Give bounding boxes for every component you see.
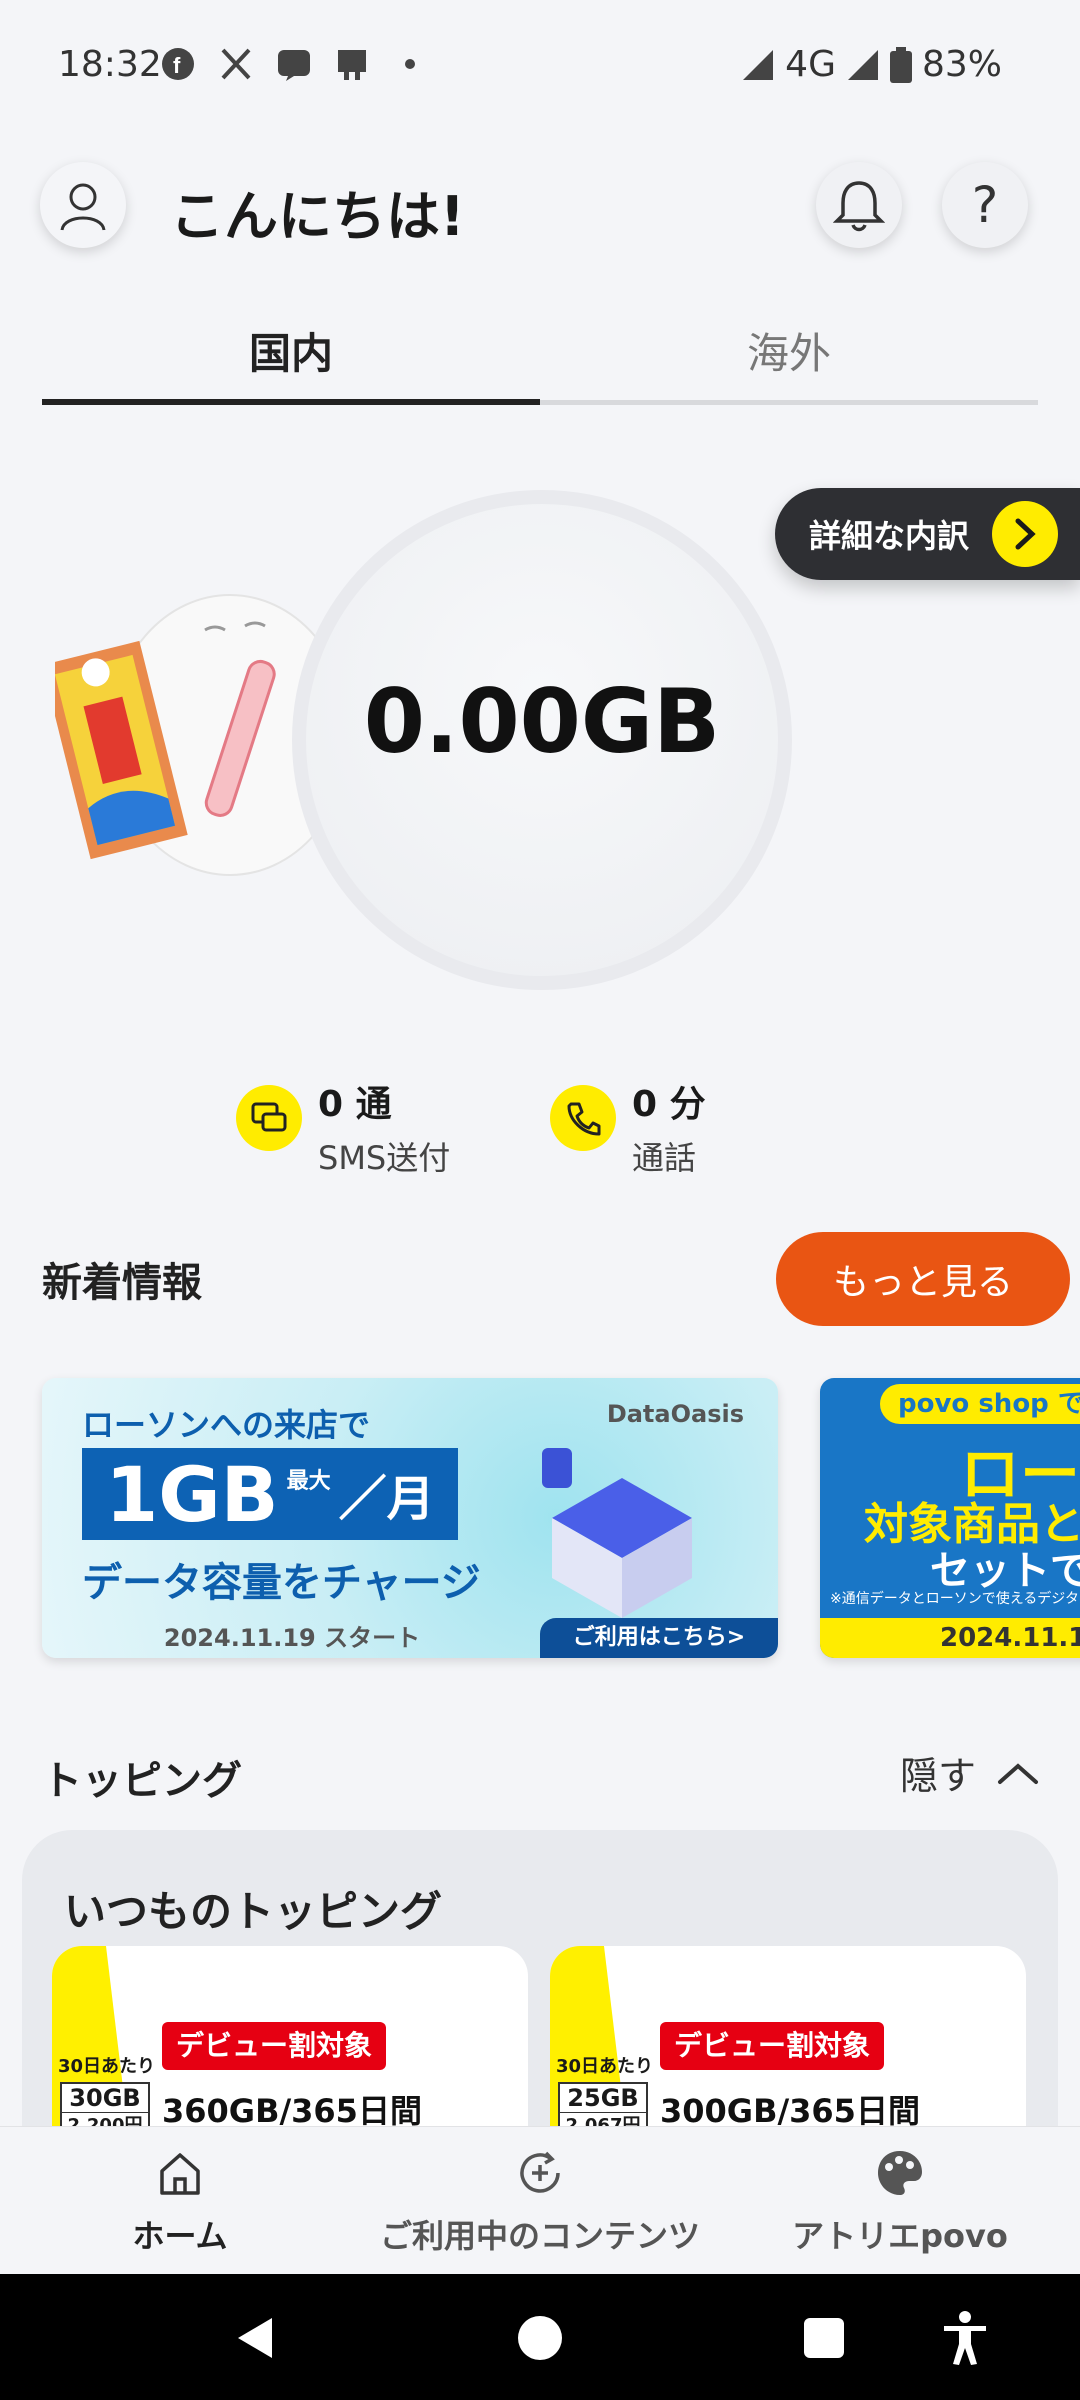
nav-atelier[interactable]: アトリエpovo <box>790 2147 1010 2257</box>
hide-label: 隠す <box>900 1754 977 1798</box>
region-tabs: 国内 海外 <box>42 300 1038 405</box>
status-bar: 18:32 f 4G 83% <box>0 0 1080 130</box>
card-gb: 25GB <box>567 2084 639 2112</box>
bell-icon <box>833 181 885 232</box>
phone-icon <box>550 1085 616 1151</box>
banner-cta: ご利用はこちら> <box>540 1618 778 1658</box>
sms-count: 0 通 <box>318 1084 392 1125</box>
palette-icon <box>878 2151 922 2195</box>
banner-date: 2024.11.19 スタート <box>163 1624 421 1652</box>
notification-button[interactable] <box>816 162 902 248</box>
profile-button[interactable] <box>40 162 126 248</box>
accessibility-icon[interactable] <box>940 2310 990 2366</box>
nav-contents[interactable]: ご利用中のコンテンツ <box>370 2147 710 2257</box>
banner-amount: 1GB <box>105 1449 279 1539</box>
notification-icons: f <box>160 46 428 82</box>
call-minutes: 0 分 <box>632 1084 706 1125</box>
tab-domestic[interactable]: 国内 <box>42 320 540 381</box>
help-icon: ? <box>971 176 999 234</box>
card-days: 30日あたり <box>556 2056 654 2077</box>
banner-line3: データ容量をチャージ <box>82 1560 481 1606</box>
help-button[interactable]: ? <box>942 162 1028 248</box>
signal-icon <box>847 49 878 80</box>
home-icon <box>160 2153 200 2195</box>
news-banner-lawson[interactable]: ローソンへの来店で 1GB 最大 ／月 データ容量をチャージ DataOasis… <box>42 1378 778 1658</box>
tab-indicator-active <box>42 399 540 405</box>
news-banner-povo-shop[interactable]: povo shop で ロー 対象商品と セットで ※通信データとローソンで使え… <box>820 1378 1080 1658</box>
system-nav-bar <box>0 2274 1080 2400</box>
sms-label: SMS送付 <box>318 1139 451 1177</box>
banner-per-month: ／月 <box>338 1471 435 1527</box>
banner-amount-box: 1GB 最大 ／月 <box>82 1448 458 1540</box>
nav-home-label: ホーム <box>132 2217 228 2255</box>
house-illustration <box>542 1448 692 1618</box>
breakdown-label: 詳細な内訳 <box>809 517 970 555</box>
app-icon <box>334 46 370 82</box>
status-right: 4G 83% <box>741 44 1002 85</box>
svg-text:f: f <box>173 53 181 78</box>
dot-icon <box>392 46 428 82</box>
add-refresh-icon <box>520 2151 560 2193</box>
usual-topping-title: いつものトッピング <box>64 1887 443 1936</box>
x-icon <box>218 46 254 82</box>
banner2-top: povo shop で <box>880 1384 1080 1424</box>
debut-badge: デビュー割対象 <box>162 2022 387 2070</box>
remaining-data-value: 0.00GB <box>363 670 721 773</box>
greeting-title: こんにちは! <box>170 185 465 248</box>
call-usage: 0 分 通話 <box>550 1075 706 1179</box>
battery-percent: 83% <box>921 44 1002 85</box>
tab-indicator-inactive <box>540 400 1038 405</box>
recents-icon[interactable] <box>802 2316 846 2360</box>
bottom-nav: ホーム ご利用中のコンテンツ アトリエpovo <box>0 2126 1080 2274</box>
status-time: 18:32 <box>58 44 162 85</box>
banner-max: 最大 <box>286 1469 331 1494</box>
nav-atelier-label: アトリエpovo <box>792 2217 1008 2255</box>
back-icon[interactable] <box>232 2314 280 2362</box>
sms-usage: 0 通 SMS送付 <box>236 1075 450 1179</box>
news-title: 新着情報 <box>42 1260 202 1306</box>
line-manga-icon <box>276 46 312 82</box>
nav-home[interactable]: ホーム <box>80 2147 280 2257</box>
chevron-up-icon <box>998 1762 1039 1784</box>
banner-line1: ローソンへの来店で <box>82 1406 371 1444</box>
facebook-icon: f <box>160 46 196 82</box>
debut-badge: デビュー割対象 <box>660 2022 885 2070</box>
network-type: 4G <box>785 44 836 85</box>
breakdown-button[interactable]: 詳細な内訳 <box>775 488 1080 580</box>
card-days: 30日あたり <box>58 2056 156 2077</box>
nav-contents-label: ご利用中のコンテンツ <box>379 2217 700 2255</box>
banner-logo: DataOasis <box>606 1400 744 1428</box>
hide-topping-button[interactable]: 隠す <box>900 1745 1040 1800</box>
home-circle-icon[interactable] <box>516 2314 564 2362</box>
card-gb: 30GB <box>69 2084 141 2112</box>
signal-icon <box>743 49 774 80</box>
banner2-note: ※通信データとローソンで使えるデジタル <box>830 1591 1080 1607</box>
sms-icon <box>236 1085 302 1151</box>
call-label: 通話 <box>632 1139 697 1177</box>
user-icon <box>60 183 106 231</box>
topping-title: トッピング <box>42 1758 242 1804</box>
chevron-right-icon <box>992 501 1058 567</box>
more-button[interactable]: もっと見る <box>776 1232 1070 1326</box>
tab-overseas[interactable]: 海外 <box>540 320 1038 381</box>
battery-icon <box>889 46 912 83</box>
banner2-date: 2024.11.19 <box>820 1618 1080 1658</box>
